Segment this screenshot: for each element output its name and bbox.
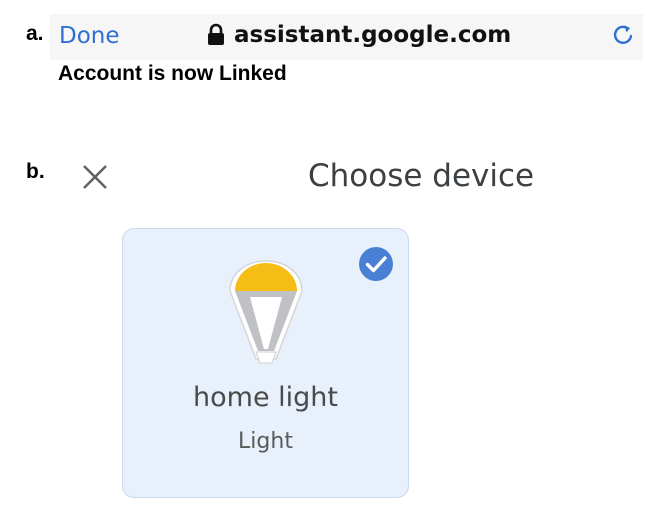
device-name: home light: [193, 382, 338, 413]
light-bulb-icon: [229, 260, 303, 364]
section-label-a: a.: [26, 22, 44, 45]
section-label-b: b.: [26, 160, 45, 183]
checkmark-icon: [359, 247, 393, 281]
done-button[interactable]: Done: [59, 23, 120, 49]
lock-icon: [208, 23, 224, 45]
reload-icon[interactable]: [610, 22, 636, 48]
account-linked-message: Account is now Linked: [58, 62, 287, 85]
url-text: assistant.google.com: [234, 22, 512, 48]
dialog-title: Choose device: [308, 158, 535, 194]
url-display[interactable]: assistant.google.com: [206, 22, 511, 48]
device-card[interactable]: home light Light: [122, 228, 409, 498]
close-icon[interactable]: [80, 162, 110, 192]
browser-address-bar: Done assistant.google.com: [50, 14, 643, 60]
device-type: Light: [238, 429, 293, 454]
